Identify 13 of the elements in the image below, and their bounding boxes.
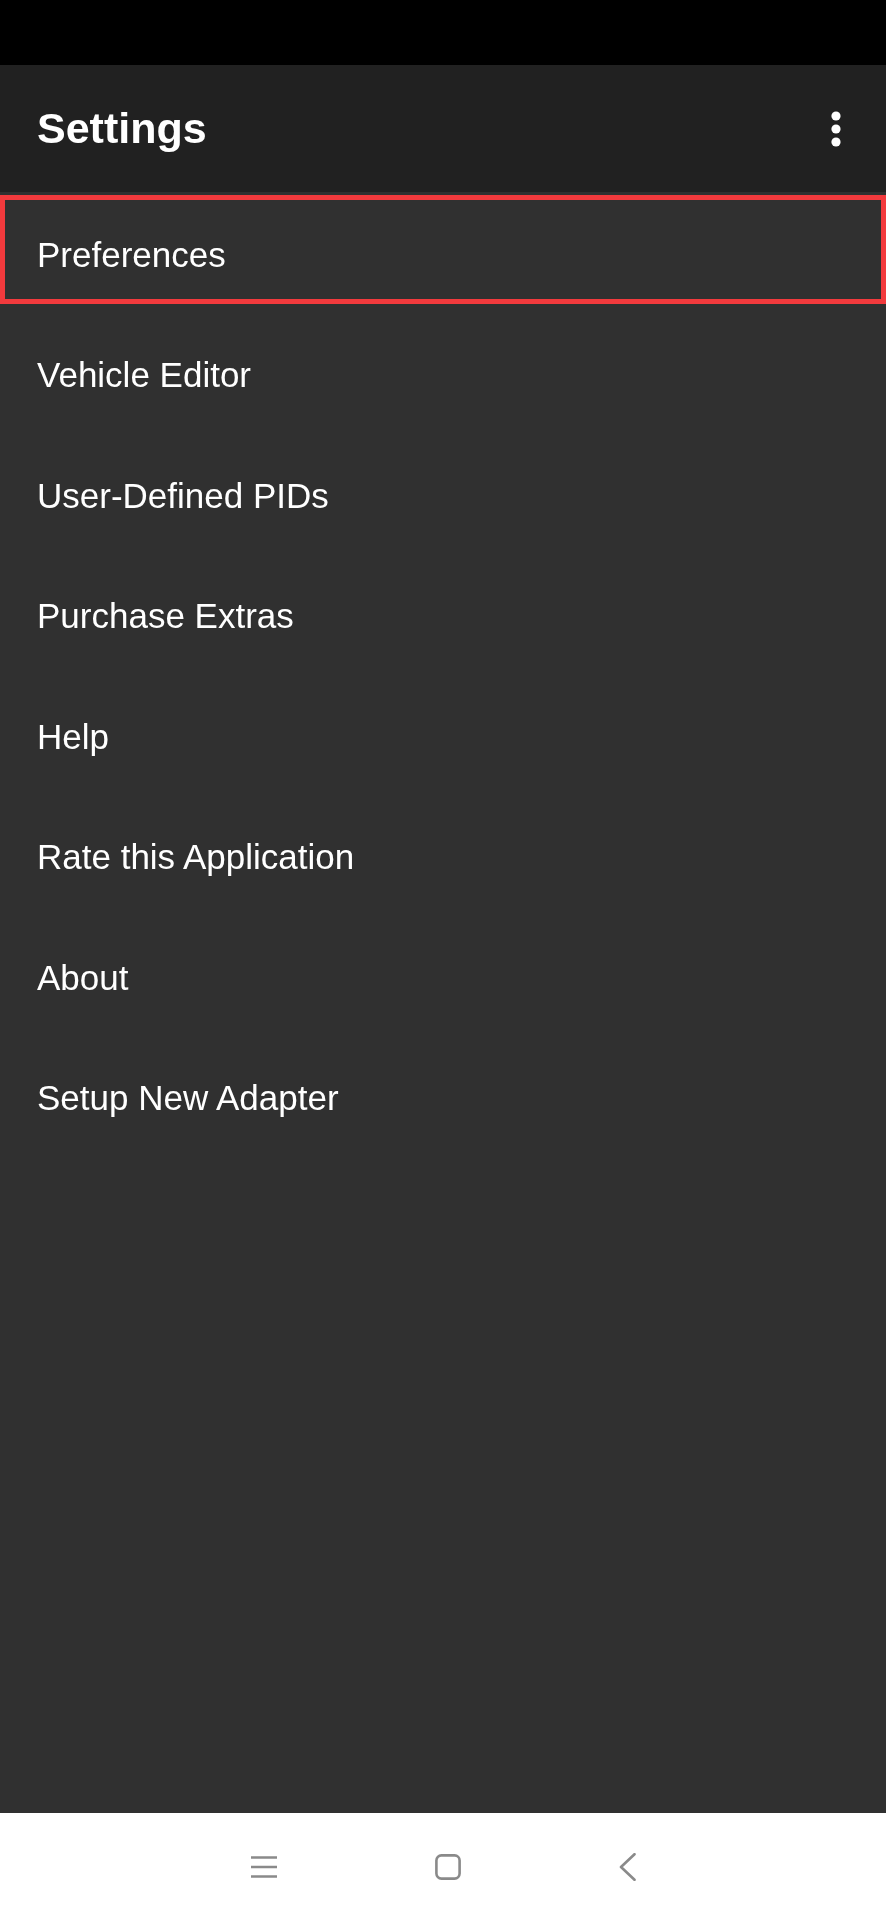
menu-item[interactable]: User-Defined PIDs [0, 436, 886, 545]
chevron-left-icon[interactable] [618, 1852, 636, 1881]
menu-item[interactable]: About [0, 918, 886, 1027]
menu-item[interactable]: Purchase Extras [0, 556, 886, 666]
menu-item[interactable]: Rate this Application [0, 797, 886, 907]
menu-item[interactable]: Setup New Adapter [0, 1038, 886, 1148]
rounded-square-icon[interactable] [434, 1853, 461, 1880]
menu-item[interactable]: Help [0, 677, 886, 786]
vertical-dots-icon[interactable] [831, 110, 841, 147]
screen-title: Settings [37, 103, 207, 154]
menu-item[interactable]: Vehicle Editor [0, 315, 886, 425]
menu-item[interactable]: Preferences [0, 195, 886, 304]
menu-icon[interactable] [250, 1855, 277, 1878]
